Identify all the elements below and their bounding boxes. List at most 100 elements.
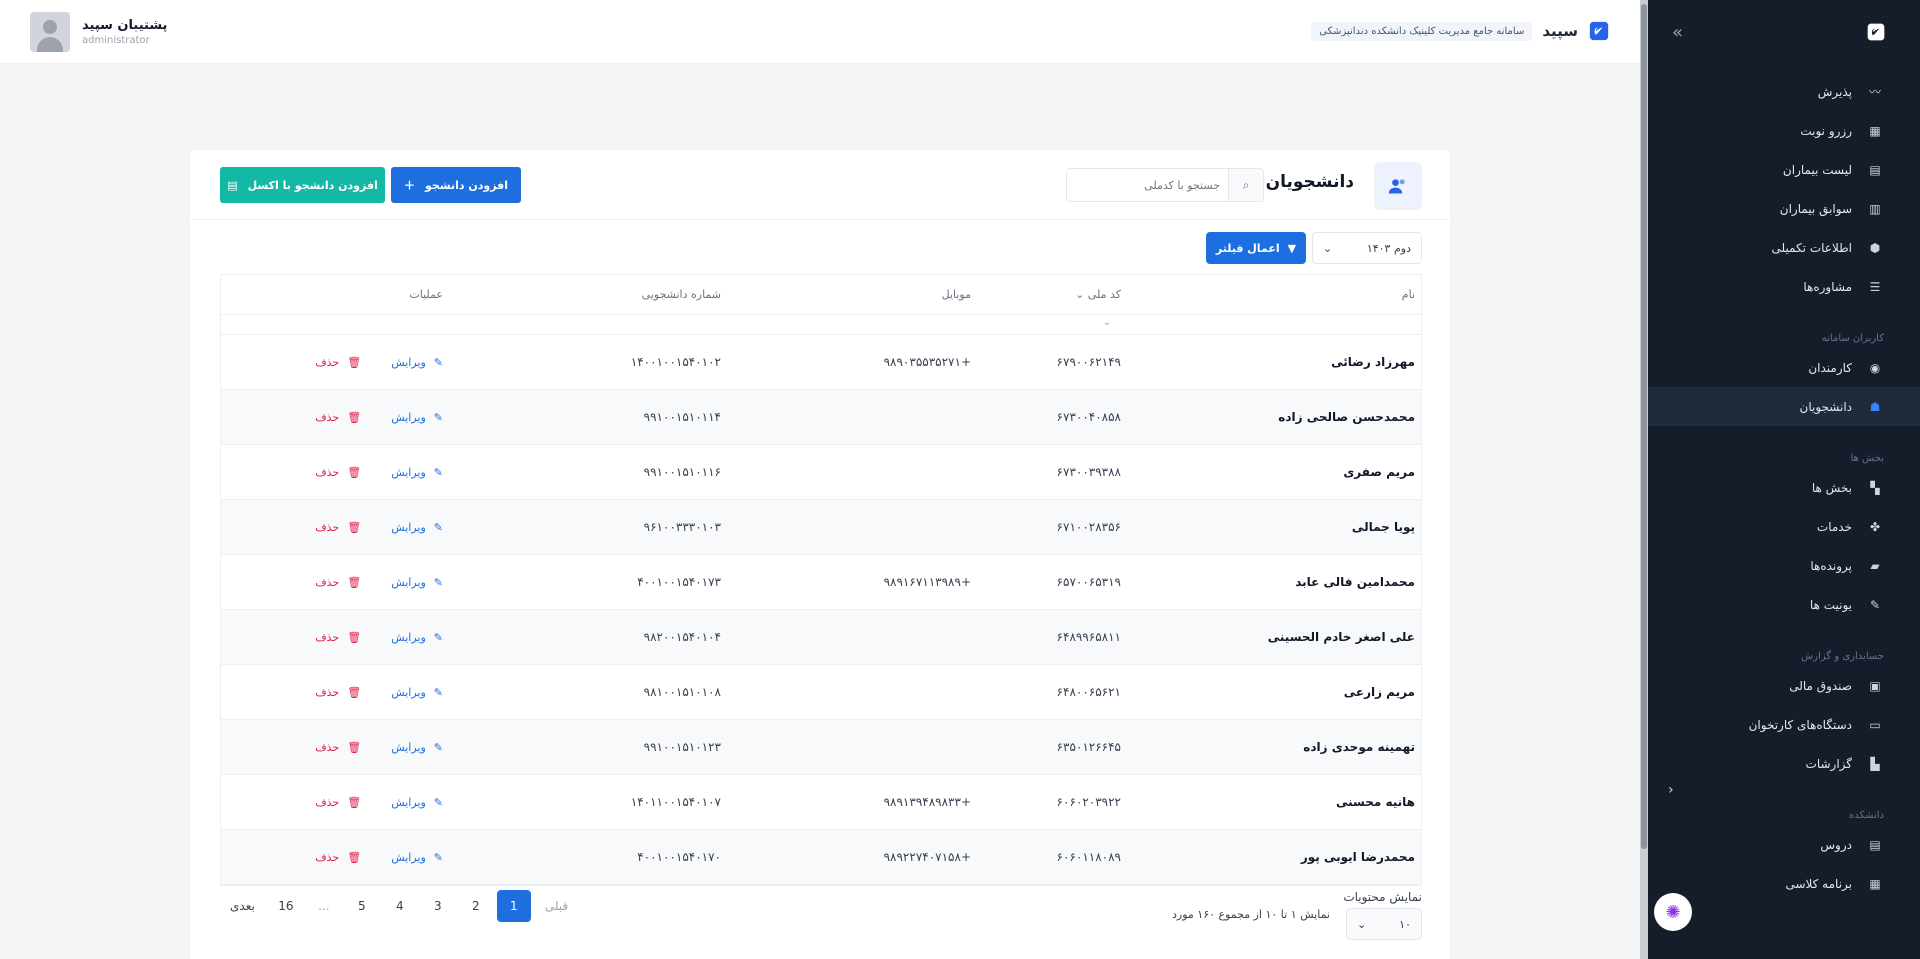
trash-icon: 🗑 [347, 685, 362, 699]
trash-icon: 🗑 [347, 740, 362, 754]
delete-button[interactable]: 🗑 حذف [315, 631, 361, 644]
search-input[interactable] [1067, 169, 1228, 201]
page-button[interactable]: 2 [459, 890, 493, 922]
student-number: ۱۴۰۱۱۰۰۱۵۴۰۱۰۷ [630, 795, 721, 809]
sidebar-item-patients[interactable]: ▤ لیست بیماران [1640, 150, 1920, 189]
page-button[interactable]: 3 [421, 890, 455, 922]
sidebar-item-cash-box[interactable]: ▣ صندوق مالی [1640, 666, 1920, 705]
edit-label: ویرایش [391, 410, 426, 424]
sidebar-item-units[interactable]: ✎ یونیت ها [1640, 585, 1920, 624]
sidebar-scrollbar[interactable] [1640, 0, 1648, 959]
students-icon: ☗ [1869, 399, 1881, 414]
apply-filter-button[interactable]: ▼ اعمال فیلتر [1206, 232, 1306, 264]
edit-button[interactable]: ✎ ویرایش [391, 741, 443, 754]
user-role: administrator [82, 35, 150, 46]
edit-icon: ✎ [433, 630, 443, 644]
trash-icon: 🗑 [347, 795, 362, 809]
schedule-icon: ▦ [1869, 876, 1881, 891]
prev-page-button[interactable]: قبلی [535, 890, 578, 922]
delete-label: حذف [315, 630, 340, 644]
brand[interactable]: سپید سامانه جامع مدیریت کلینیک دانشکده د… [1311, 20, 1610, 42]
edit-label: ویرایش [391, 850, 426, 864]
chevron-down-icon: ⌄ [1323, 241, 1333, 255]
chevron-left-icon[interactable]: ‹ [1668, 782, 1674, 798]
help-bot-icon[interactable]: ✺ [1654, 893, 1692, 931]
delete-button[interactable]: 🗑 حذف [315, 686, 361, 699]
page-ellipsis: ... [318, 899, 330, 913]
filter-row: دوم ۱۴۰۳ ⌄ ▼ اعمال فیلتر [1206, 232, 1422, 264]
student-name: مریم زارعی [1343, 685, 1415, 699]
delete-label: حذف [315, 740, 340, 754]
sidebar-item-students[interactable]: ☗ دانشجویان [1640, 387, 1920, 426]
per-page-select[interactable]: ۱۰ ⌄ [1346, 908, 1422, 940]
sidebar-item-courses[interactable]: ▤ دروس [1640, 825, 1920, 864]
student-mobile: +۹۸۹۱۶۷۱۱۳۹۸۹ [883, 575, 971, 589]
student-name: محمدحسن صالحی زاده [1278, 410, 1415, 424]
student-mobile: +۹۸۹۱۳۹۴۸۹۸۳۳ [883, 795, 971, 809]
sidebar-item-reports[interactable]: ▙ گزارشات [1640, 744, 1920, 783]
page-title: دانشجویان [1265, 172, 1354, 192]
sidebar: » 〰 پذیرش ▦ رزرو نوبت ▤ لیست بیماران ▥ سوابق… [1640, 0, 1920, 959]
semester-select[interactable]: دوم ۱۴۰۳ ⌄ [1312, 232, 1422, 264]
collapse-sidebar-icon[interactable]: » [1672, 22, 1683, 43]
sidebar-section-faculty: دانشکده [1849, 810, 1884, 821]
sidebar-item-consultations[interactable]: ☰ مشاوره‌ها [1640, 267, 1920, 306]
sidebar-item-extra-info[interactable]: ⬢ اطلاعات تکمیلی [1640, 228, 1920, 267]
sidebar-item-reception[interactable]: 〰 پذیرش [1640, 72, 1920, 111]
student-name: هانیه محسنی [1335, 795, 1415, 809]
edit-button[interactable]: ✎ ویرایش [391, 576, 443, 589]
edit-button[interactable]: ✎ ویرایش [391, 631, 443, 644]
chevron-down-icon[interactable]: ⌄ [1103, 317, 1111, 328]
page-button[interactable]: 5 [345, 890, 379, 922]
delete-button[interactable]: 🗑 حذف [315, 851, 361, 864]
user-menu[interactable]: پشتیبان سپید administrator [30, 12, 167, 52]
table-subheader: ⌄ [221, 315, 1421, 335]
student-number: ۹۹۱۰۰۱۵۱۰۱۱۶ [643, 465, 721, 479]
edit-button[interactable]: ✎ ویرایش [391, 466, 443, 479]
delete-button[interactable]: 🗑 حذف [315, 796, 361, 809]
next-page-button[interactable]: بعدی [220, 890, 265, 922]
delete-button[interactable]: 🗑 حذف [315, 521, 361, 534]
edit-icon: ✎ [433, 465, 443, 479]
edit-button[interactable]: ✎ ویرایش [391, 356, 443, 369]
trash-icon: 🗑 [347, 575, 362, 589]
edit-button[interactable]: ✎ ویرایش [391, 796, 443, 809]
delete-button[interactable]: 🗑 حذف [315, 741, 361, 754]
student-mobile: +۹۸۹۲۲۷۴۰۷۱۵۸ [883, 850, 971, 864]
sidebar-section-departments: بخش ها [1850, 453, 1885, 464]
column-national-id[interactable]: کد ملی ⌄ [971, 288, 1121, 301]
delete-button[interactable]: 🗑 حذف [315, 576, 361, 589]
edit-button[interactable]: ✎ ویرایش [391, 411, 443, 424]
page-button[interactable]: 16 [269, 890, 303, 922]
sidebar-item-booking[interactable]: ▦ رزرو نوبت [1640, 111, 1920, 150]
trash-icon: 🗑 [347, 520, 362, 534]
sidebar-item-departments[interactable]: ▚ بخش ها [1640, 468, 1920, 507]
sidebar-item-card-readers[interactable]: ▭ دستگاه‌های کارتخوان [1640, 705, 1920, 744]
edit-button[interactable]: ✎ ویرایش [391, 851, 443, 864]
column-name[interactable]: نام [1121, 288, 1421, 301]
sidebar-item-files[interactable]: ▰ پرونده‌ها [1640, 546, 1920, 585]
student-number: ۹۶۱۰۰۳۳۳۰۱۰۳ [643, 520, 721, 534]
edit-button[interactable]: ✎ ویرایش [391, 521, 443, 534]
edit-label: ویرایش [391, 575, 426, 589]
sidebar-item-staff[interactable]: ◉ کارمندان [1640, 348, 1920, 387]
sidebar-item-patient-history[interactable]: ▥ سوابق بیماران [1640, 189, 1920, 228]
add-student-excel-button[interactable]: افزودن دانشجو با اکسل ▤ [220, 167, 385, 203]
page-button[interactable]: 4 [383, 890, 417, 922]
column-mobile[interactable]: موبایل [721, 288, 971, 301]
card-reader-icon: ▭ [1869, 717, 1881, 732]
sidebar-item-services[interactable]: ✤ خدمات [1640, 507, 1920, 546]
avatar[interactable] [30, 12, 70, 52]
delete-button[interactable]: 🗑 حذف [315, 356, 361, 369]
delete-button[interactable]: 🗑 حذف [315, 411, 361, 424]
add-student-button[interactable]: افزودن دانشجو ＋ [391, 167, 521, 203]
student-national-id: ۶۷۳۰۰۴۰۸۵۸ [1056, 410, 1121, 424]
edit-button[interactable]: ✎ ویرایش [391, 686, 443, 699]
delete-button[interactable]: 🗑 حذف [315, 466, 361, 479]
column-student-number[interactable]: شماره دانشجویی [471, 288, 721, 301]
cube-icon: ⬢ [1869, 240, 1881, 255]
search-icon[interactable]: ⌕ [1228, 169, 1263, 201]
edit-icon: ✎ [433, 685, 443, 699]
student-number: ۹۸۱۰۰۱۵۱۰۱۰۸ [643, 685, 721, 699]
page-button[interactable]: 1 [496, 890, 531, 922]
